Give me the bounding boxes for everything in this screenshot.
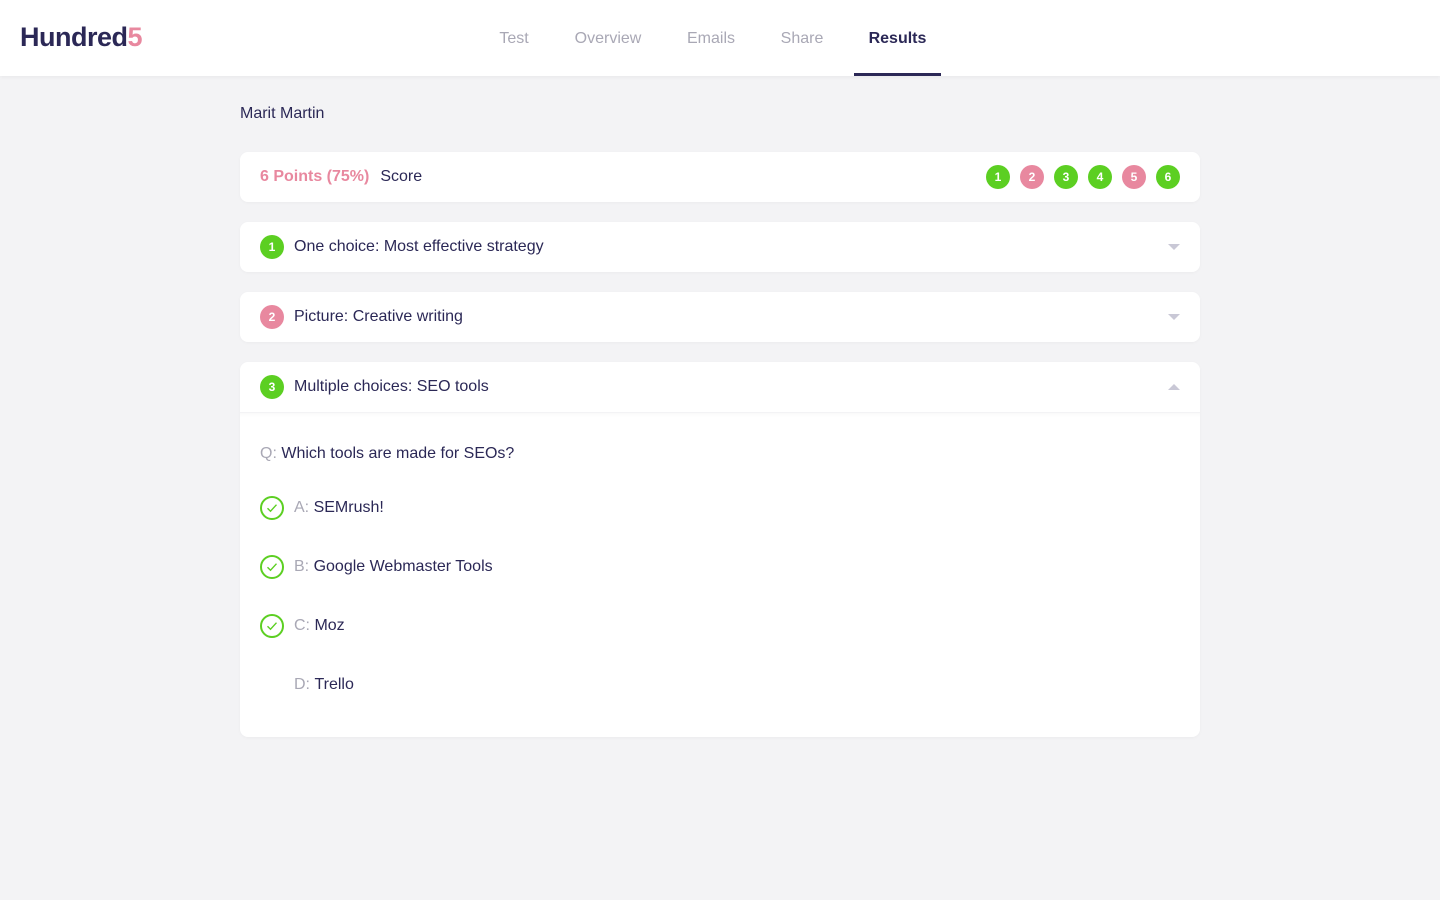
question-card-2: 2 Picture: Creative writing: [240, 292, 1200, 342]
question-dot-3[interactable]: 3: [1054, 165, 1078, 189]
answer-label: C:: [294, 617, 310, 634]
question-result-dots: 123456: [986, 165, 1180, 189]
tab-test[interactable]: Test: [486, 0, 542, 76]
question-dot-6[interactable]: 6: [1156, 165, 1180, 189]
question-text: Q: Which tools are made for SEOs?: [260, 445, 1180, 463]
answer-item: B: Google Webmaster Tools: [260, 555, 1180, 579]
answer-item: C: Moz: [260, 614, 1180, 638]
answer-label: D:: [294, 676, 310, 693]
tab-overview[interactable]: Overview: [562, 0, 654, 76]
tab-emails[interactable]: Emails: [674, 0, 748, 76]
question-title: Picture: Creative writing: [294, 308, 463, 325]
question-title: One choice: Most effective strategy: [294, 238, 544, 255]
answer-text: Moz: [314, 617, 345, 634]
answer-label: B:: [294, 558, 310, 575]
question-dot-4[interactable]: 4: [1088, 165, 1112, 189]
chevron-up-icon[interactable]: [1168, 384, 1180, 390]
answer-text: Trello: [314, 676, 354, 693]
question-label: Q:: [260, 445, 277, 462]
question-card-3: 3 Multiple choices: SEO tools Q: Which t…: [240, 362, 1200, 737]
check-circle-icon: [260, 496, 284, 520]
question-dot-5[interactable]: 5: [1122, 165, 1146, 189]
question-header[interactable]: 2 Picture: Creative writing: [240, 292, 1200, 342]
score-points: 6 Points (75%): [260, 168, 370, 185]
question-dot-2[interactable]: 2: [1020, 165, 1044, 189]
answer-label: A:: [294, 499, 310, 516]
tab-share[interactable]: Share: [768, 0, 836, 76]
answer-text: SEMrush!: [313, 499, 384, 516]
check-circle-icon: [260, 614, 284, 638]
score-label: Score: [380, 168, 423, 185]
answer-item: A: SEMrush!: [260, 496, 1180, 520]
question-number-badge: 2: [260, 305, 284, 329]
question-header[interactable]: 3 Multiple choices: SEO tools: [240, 362, 1200, 412]
tab-results[interactable]: Results: [854, 0, 941, 76]
answer-item: D: Trello: [260, 673, 1180, 697]
candidate-name: Marit Martin: [240, 105, 325, 122]
answer-text: Google Webmaster Tools: [313, 558, 493, 575]
question-number-badge: 1: [260, 235, 284, 259]
question-dot-1[interactable]: 1: [986, 165, 1010, 189]
chevron-down-icon[interactable]: [1168, 244, 1180, 250]
chevron-down-icon[interactable]: [1168, 314, 1180, 320]
main-nav: Test Overview Emails Share Results: [0, 0, 1440, 76]
top-bar: Hundred5 Test Overview Emails Share Resu…: [0, 0, 1440, 76]
question-card-1: 1 One choice: Most effective strategy: [240, 222, 1200, 272]
question-details: Q: Which tools are made for SEOs? A: SEM…: [240, 412, 1200, 752]
score-card: 6 Points (75%) Score 123456: [240, 152, 1200, 202]
question-number-badge: 3: [260, 375, 284, 399]
check-circle-icon: [260, 555, 284, 579]
question-header[interactable]: 1 One choice: Most effective strategy: [240, 222, 1200, 272]
question-body: Which tools are made for SEOs?: [281, 445, 515, 462]
question-title: Multiple choices: SEO tools: [294, 378, 489, 395]
